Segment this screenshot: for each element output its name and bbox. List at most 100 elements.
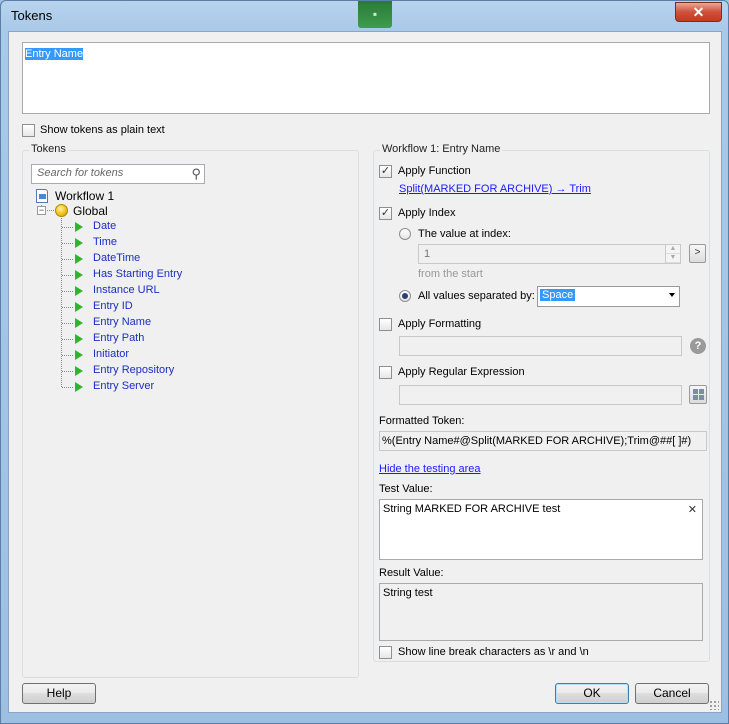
- from-start-label: from the start: [418, 268, 483, 280]
- config-group-title: Workflow 1: Entry Name: [380, 143, 503, 155]
- token-item-label: Entry Repository: [93, 364, 175, 376]
- window-title: Tokens: [11, 8, 53, 23]
- hide-testing-area-link[interactable]: Hide the testing area: [379, 463, 481, 475]
- app-accent-icon: ▪: [358, 1, 392, 28]
- tree-connector: [62, 387, 73, 388]
- show-plain-text-checkbox[interactable]: [22, 124, 35, 137]
- token-item-label: Entry Server: [93, 380, 155, 392]
- token-play-icon: [75, 222, 83, 232]
- function-chain-link[interactable]: Split(MARKED FOR ARCHIVE) → Trim: [399, 183, 591, 195]
- all-values-radio[interactable]: [399, 290, 411, 302]
- token-search-input[interactable]: Search for tokens ⚲: [31, 164, 205, 184]
- token-play-icon: [75, 350, 83, 360]
- token-item[interactable]: Time: [62, 236, 275, 252]
- token-item[interactable]: Entry Server: [62, 380, 275, 396]
- token-item-label: Time: [93, 236, 118, 248]
- token-play-icon: [75, 366, 83, 376]
- clear-icon[interactable]: ✕: [688, 503, 697, 516]
- token-item[interactable]: DateTime: [62, 252, 275, 268]
- separator-selected-value: Space: [540, 289, 576, 301]
- formatting-input[interactable]: [399, 336, 682, 356]
- search-placeholder: Search for tokens: [37, 167, 124, 179]
- apply-regex-checkbox[interactable]: [379, 366, 392, 379]
- result-value-field: String test: [379, 583, 703, 641]
- token-item-label: Entry ID: [93, 300, 133, 312]
- token-play-icon: [75, 254, 83, 264]
- token-play-icon: [75, 270, 83, 280]
- regex-builder-button[interactable]: [689, 385, 707, 404]
- tree-group-global[interactable]: Global: [73, 204, 108, 218]
- tree-root-workflow[interactable]: Workflow 1: [55, 189, 114, 203]
- grid-icon: [699, 395, 704, 400]
- close-button[interactable]: ✕: [675, 2, 722, 22]
- token-item[interactable]: Instance URL: [62, 284, 275, 300]
- grid-icon: [693, 389, 698, 394]
- token-play-icon: [75, 286, 83, 296]
- token-play-icon: [75, 318, 83, 328]
- index-spinner[interactable]: ▲ ▼: [665, 244, 681, 264]
- token-item[interactable]: Entry ID: [62, 300, 275, 316]
- apply-function-checkbox[interactable]: ✓: [379, 165, 392, 178]
- resize-grip-icon[interactable]: [709, 700, 719, 710]
- tree-connector: [62, 243, 73, 244]
- formatted-token-field[interactable]: %(Entry Name#@Split(MARKED FOR ARCHIVE);…: [379, 431, 707, 451]
- token-item[interactable]: Date: [62, 220, 275, 236]
- apply-formatting-checkbox[interactable]: [379, 318, 392, 331]
- search-icon[interactable]: ⚲: [191, 166, 201, 182]
- show-line-breaks-label: Show line break characters as \r and \n: [398, 646, 589, 658]
- token-item[interactable]: Has Starting Entry: [62, 268, 275, 284]
- tokens-group-title: Tokens: [29, 143, 68, 155]
- index-value-field[interactable]: 1: [418, 244, 667, 264]
- test-value-input[interactable]: String MARKED FOR ARCHIVE test ✕: [379, 499, 703, 560]
- token-item[interactable]: Entry Path: [62, 332, 275, 348]
- tree-connector: [62, 259, 73, 260]
- test-value-label: Test Value:: [379, 483, 433, 495]
- apply-function-label: Apply Function: [398, 165, 471, 177]
- index-go-button[interactable]: >: [689, 244, 706, 263]
- collapse-global-toggle[interactable]: −: [37, 206, 46, 215]
- apply-index-checkbox[interactable]: ✓: [379, 207, 392, 220]
- token-play-icon: [75, 302, 83, 312]
- dialog-client-area: Entry Name Show tokens as plain text Tok…: [8, 31, 722, 713]
- token-item-label: Entry Name: [93, 316, 152, 328]
- value-at-index-radio[interactable]: [399, 228, 411, 240]
- apply-index-label: Apply Index: [398, 207, 456, 219]
- tree-connector: [47, 210, 54, 211]
- apply-formatting-label: Apply Formatting: [398, 318, 482, 330]
- chevron-down-icon[interactable]: [669, 293, 675, 297]
- value-at-index-label: The value at index:: [418, 228, 511, 240]
- tokens-group: Tokens Search for tokens ⚲ Workflow 1 − …: [22, 143, 359, 678]
- token-expression-text: Entry Name: [25, 48, 84, 60]
- tree-connector: [62, 355, 73, 356]
- separator-dropdown[interactable]: Space: [537, 286, 680, 307]
- token-item[interactable]: Initiator: [62, 348, 275, 364]
- token-item-label: Entry Path: [93, 332, 145, 344]
- token-item[interactable]: Entry Name: [62, 316, 275, 332]
- token-item[interactable]: Entry Repository: [62, 364, 275, 380]
- token-item-label: Initiator: [93, 348, 130, 360]
- spinner-down-icon[interactable]: ▼: [666, 254, 680, 263]
- token-play-icon: [75, 382, 83, 392]
- regex-input[interactable]: [399, 385, 682, 405]
- help-button[interactable]: Help: [22, 683, 96, 704]
- tree-connector: [62, 371, 73, 372]
- result-value-label: Result Value:: [379, 567, 444, 579]
- ok-button[interactable]: OK: [555, 683, 629, 704]
- show-line-breaks-checkbox[interactable]: [379, 646, 392, 659]
- all-values-label: All values separated by:: [418, 290, 535, 302]
- cancel-button[interactable]: Cancel: [635, 683, 709, 704]
- token-list: Date Time DateTime Has Starting Entry Instan…: [62, 220, 275, 400]
- tree-connector: [62, 275, 73, 276]
- tree-connector: [62, 339, 73, 340]
- tokens-dialog: Tokens ▪ ✕ Entry Name Show tokens as pla…: [0, 0, 729, 724]
- test-value-text: String MARKED FOR ARCHIVE test: [383, 503, 561, 515]
- tree-connector: [62, 307, 73, 308]
- result-value-text: String test: [383, 587, 433, 599]
- token-expression-input[interactable]: Entry Name: [22, 42, 710, 114]
- token-item-label: Instance URL: [93, 284, 160, 296]
- spinner-up-icon[interactable]: ▲: [666, 245, 680, 254]
- help-icon[interactable]: ?: [690, 338, 706, 354]
- title-bar[interactable]: Tokens ▪ ✕: [1, 1, 728, 31]
- token-item-label: Has Starting Entry: [93, 268, 183, 280]
- token-play-icon: [75, 238, 83, 248]
